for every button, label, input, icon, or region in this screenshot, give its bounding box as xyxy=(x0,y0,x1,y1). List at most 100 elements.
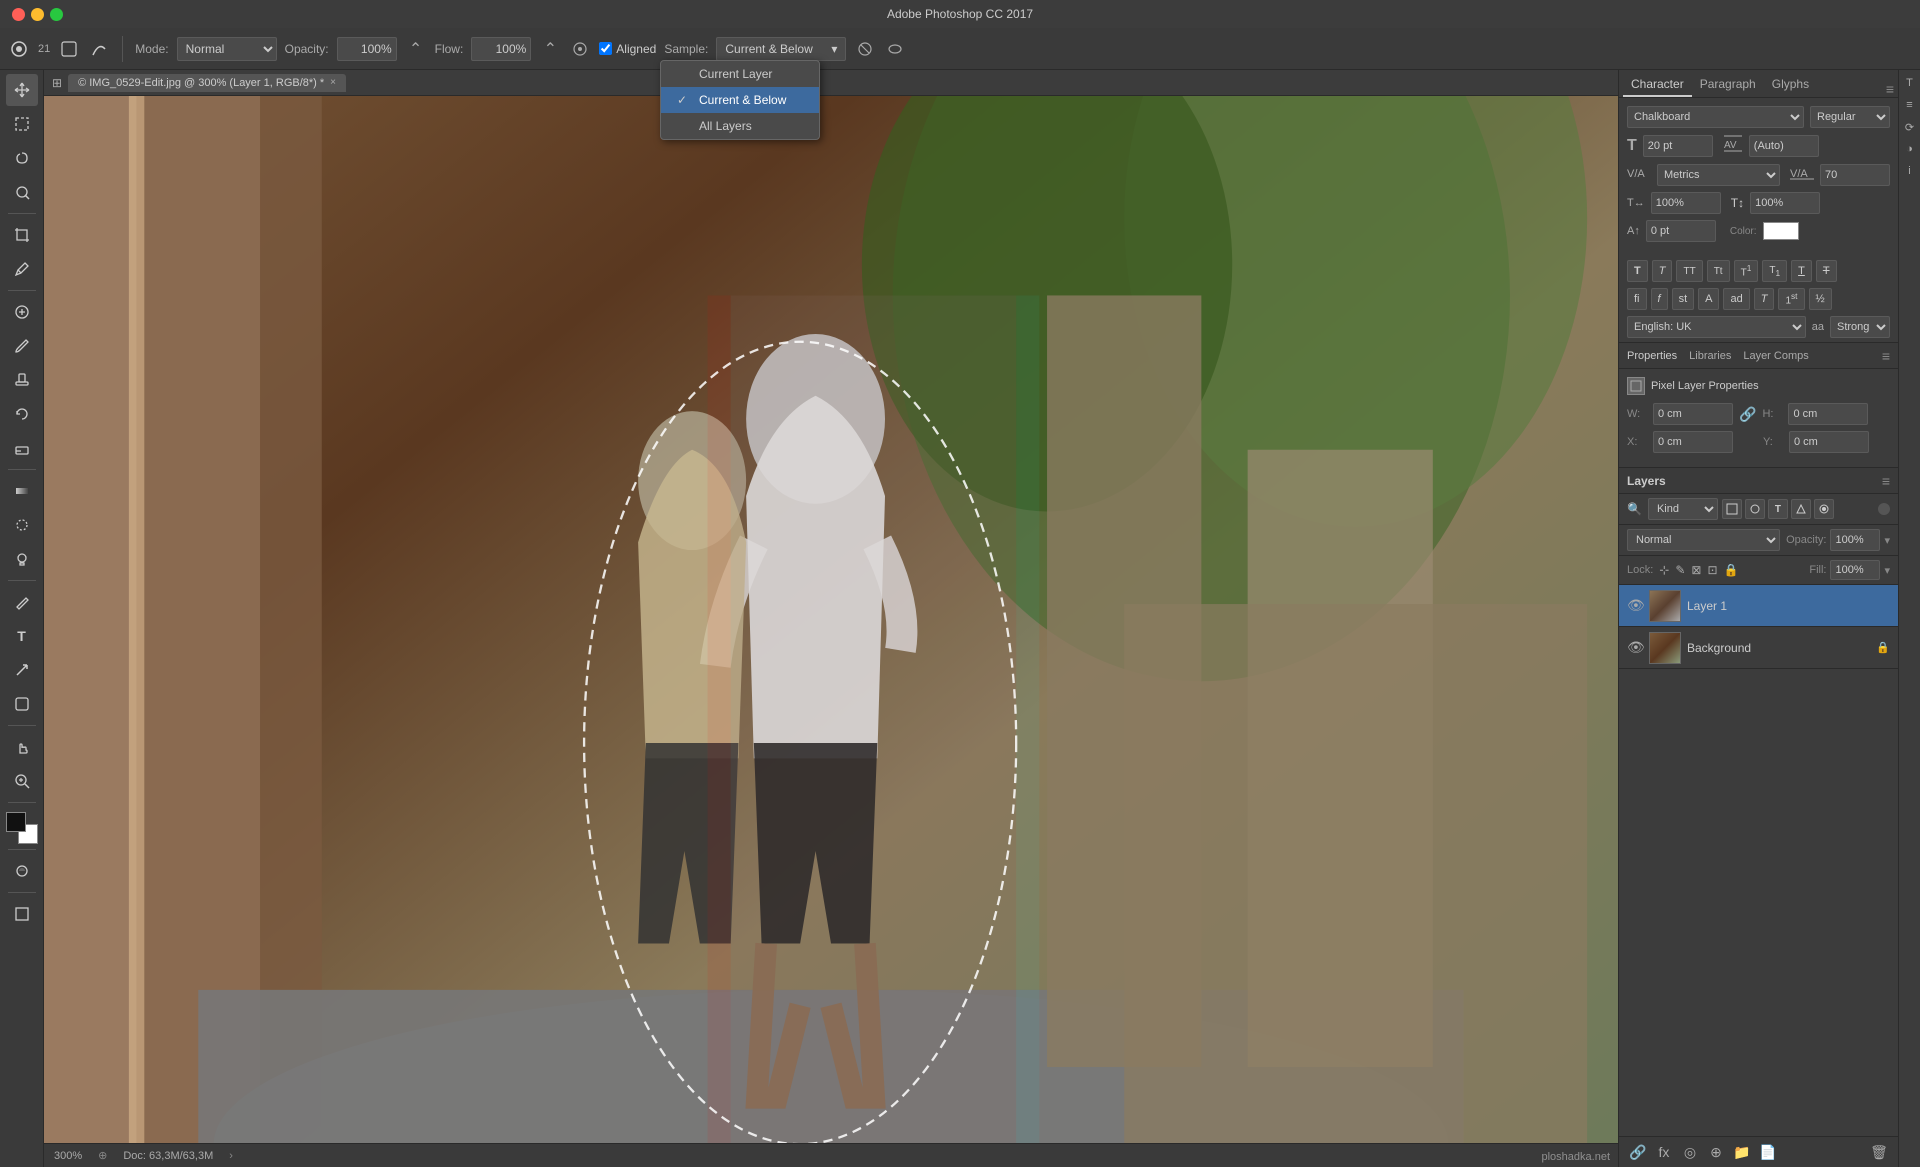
tab-close-button[interactable]: × xyxy=(330,77,336,88)
opacity-toggle-icon[interactable]: ⌃ xyxy=(405,38,427,60)
lock-artboard-icon[interactable]: 🔒 xyxy=(1724,563,1739,577)
panel-toggle-history[interactable]: ⟳ xyxy=(1901,118,1919,136)
prop-link-icon[interactable]: 🔗 xyxy=(1739,406,1756,423)
flow-input[interactable]: 100% xyxy=(471,37,531,61)
ordinal-ad-button[interactable]: ad xyxy=(1723,288,1749,310)
mode-select[interactable]: Normal xyxy=(177,37,277,61)
all-caps-button[interactable]: TT xyxy=(1676,260,1702,282)
prop-y-input[interactable] xyxy=(1789,431,1869,453)
screen-mode-tool[interactable] xyxy=(6,898,38,930)
baseline-input[interactable] xyxy=(1646,220,1716,242)
lasso-tool[interactable] xyxy=(6,142,38,174)
healing-tool[interactable] xyxy=(6,296,38,328)
eraser-tool[interactable] xyxy=(6,432,38,464)
prop-h-input[interactable] xyxy=(1788,403,1868,425)
delete-layer-btn[interactable]: 🗑 xyxy=(1868,1141,1890,1163)
path-selection-tool[interactable] xyxy=(6,654,38,686)
superscript-button[interactable]: T1 xyxy=(1734,260,1759,282)
font-size-input[interactable] xyxy=(1643,135,1713,157)
zoom-tool[interactable] xyxy=(6,765,38,797)
crop-tool[interactable] xyxy=(6,219,38,251)
background-layer-visibility-icon[interactable]: 👁 xyxy=(1627,639,1643,656)
dropdown-item-current-below[interactable]: ✓ Current & Below xyxy=(661,87,819,113)
language-select[interactable]: English: UK xyxy=(1627,316,1806,338)
layers-blend-mode[interactable]: Normal xyxy=(1627,529,1780,551)
pen-tool[interactable] xyxy=(6,586,38,618)
super1-button[interactable]: 1st xyxy=(1778,288,1804,310)
canvas-container[interactable] xyxy=(44,96,1618,1143)
prop-x-input[interactable] xyxy=(1653,431,1733,453)
font-style-select[interactable]: Regular xyxy=(1810,106,1890,128)
document-tab[interactable]: © IMG_0529-Edit.jpg @ 300% (Layer 1, RGB… xyxy=(68,74,346,92)
layer-style-btn[interactable]: fx xyxy=(1653,1141,1675,1163)
dropdown-item-all-layers[interactable]: All Layers xyxy=(661,113,819,139)
st-ligature-button[interactable]: st xyxy=(1672,288,1695,310)
font-family-select[interactable]: Chalkboard xyxy=(1627,106,1804,128)
bold-button[interactable]: T xyxy=(1627,260,1648,282)
tab-paragraph[interactable]: Paragraph xyxy=(1692,73,1764,97)
layers-filter-type[interactable]: Kind xyxy=(1648,498,1718,520)
clone-stamp-options-icon[interactable] xyxy=(58,38,80,60)
tab-libraries[interactable]: Libraries xyxy=(1689,350,1731,362)
brush-tool-left[interactable] xyxy=(6,330,38,362)
brush-preset-icon[interactable] xyxy=(88,38,110,60)
dropdown-item-current-layer[interactable]: Current Layer xyxy=(661,61,819,87)
lock-image-icon[interactable]: ⊠ xyxy=(1691,563,1701,577)
move-tool[interactable] xyxy=(6,74,38,106)
history-brush-tool[interactable] xyxy=(6,398,38,430)
filter-adj-btn[interactable] xyxy=(1745,499,1765,519)
stamp-tool[interactable] xyxy=(6,364,38,396)
blur-tool[interactable] xyxy=(6,509,38,541)
traffic-lights[interactable] xyxy=(12,8,63,21)
tracking-input[interactable] xyxy=(1820,164,1890,186)
character-panel-menu[interactable]: ≡ xyxy=(1886,81,1894,97)
layer-1-visibility-icon[interactable]: 👁 xyxy=(1627,597,1643,614)
filter-shape-btn[interactable] xyxy=(1791,499,1811,519)
ignore-adj-icon[interactable] xyxy=(854,38,876,60)
layers-panel-menu[interactable]: ≡ xyxy=(1882,473,1890,489)
link-layers-btn[interactable]: 🔗 xyxy=(1627,1141,1649,1163)
filter-type-btn[interactable]: T xyxy=(1768,499,1788,519)
foreground-color[interactable] xyxy=(6,812,26,832)
layers-filter-toggle[interactable] xyxy=(1878,503,1890,515)
rect-marquee-tool[interactable] xyxy=(6,108,38,140)
aa-select[interactable]: Strong Sharp None Smooth xyxy=(1830,316,1890,338)
kerning-select[interactable]: Metrics xyxy=(1657,164,1780,186)
maximize-button[interactable] xyxy=(50,8,63,21)
shape-tool[interactable] xyxy=(6,688,38,720)
new-group-btn[interactable]: 📁 xyxy=(1731,1141,1753,1163)
tab-properties[interactable]: Properties xyxy=(1627,350,1677,362)
opacity-input-layers[interactable] xyxy=(1830,529,1880,551)
properties-panel-menu[interactable]: ≡ xyxy=(1882,348,1890,364)
fg-bg-colors[interactable] xyxy=(6,812,38,844)
sample-dropdown[interactable]: Current & Below ▾ xyxy=(716,37,846,61)
tab-character[interactable]: Character xyxy=(1623,73,1692,97)
type-tool[interactable]: T xyxy=(6,620,38,652)
lock-pixels-icon[interactable]: ✎ xyxy=(1675,563,1685,577)
eyedropper-tool[interactable] xyxy=(6,253,38,285)
italic-button[interactable]: T xyxy=(1652,260,1673,282)
lock-vector-icon[interactable]: ⊡ xyxy=(1707,563,1717,577)
color-swatch[interactable] xyxy=(1763,222,1799,240)
new-layer-btn[interactable]: 📄 xyxy=(1757,1141,1779,1163)
minimize-button[interactable] xyxy=(31,8,44,21)
filter-pixel-btn[interactable] xyxy=(1722,499,1742,519)
brush-tool-icon[interactable] xyxy=(8,38,30,60)
pressure-icon[interactable] xyxy=(884,38,906,60)
strikethrough-button[interactable]: T xyxy=(1816,260,1837,282)
aligned-checkbox-label[interactable]: Aligned xyxy=(599,42,656,56)
panel-toggle-info[interactable]: i xyxy=(1901,162,1919,180)
ordinal-a-button[interactable]: A xyxy=(1698,288,1719,310)
layer-item-1[interactable]: 👁 Layer 1 xyxy=(1619,585,1898,627)
quick-mask-tool[interactable] xyxy=(6,855,38,887)
scale-v-input[interactable] xyxy=(1750,192,1820,214)
sample-select[interactable]: Current & Below ▾ xyxy=(716,37,846,61)
subscript-button[interactable]: T1 xyxy=(1762,260,1787,282)
airbrush-icon[interactable] xyxy=(569,38,591,60)
fill-input[interactable] xyxy=(1830,560,1880,580)
hand-tool[interactable] xyxy=(6,731,38,763)
tab-layer-comps[interactable]: Layer Comps xyxy=(1743,350,1808,362)
prop-w-input[interactable] xyxy=(1653,403,1733,425)
fill-dropdown-arrow[interactable]: ▾ xyxy=(1884,564,1890,577)
tab-pin-icon[interactable]: ⊞ xyxy=(52,76,62,90)
